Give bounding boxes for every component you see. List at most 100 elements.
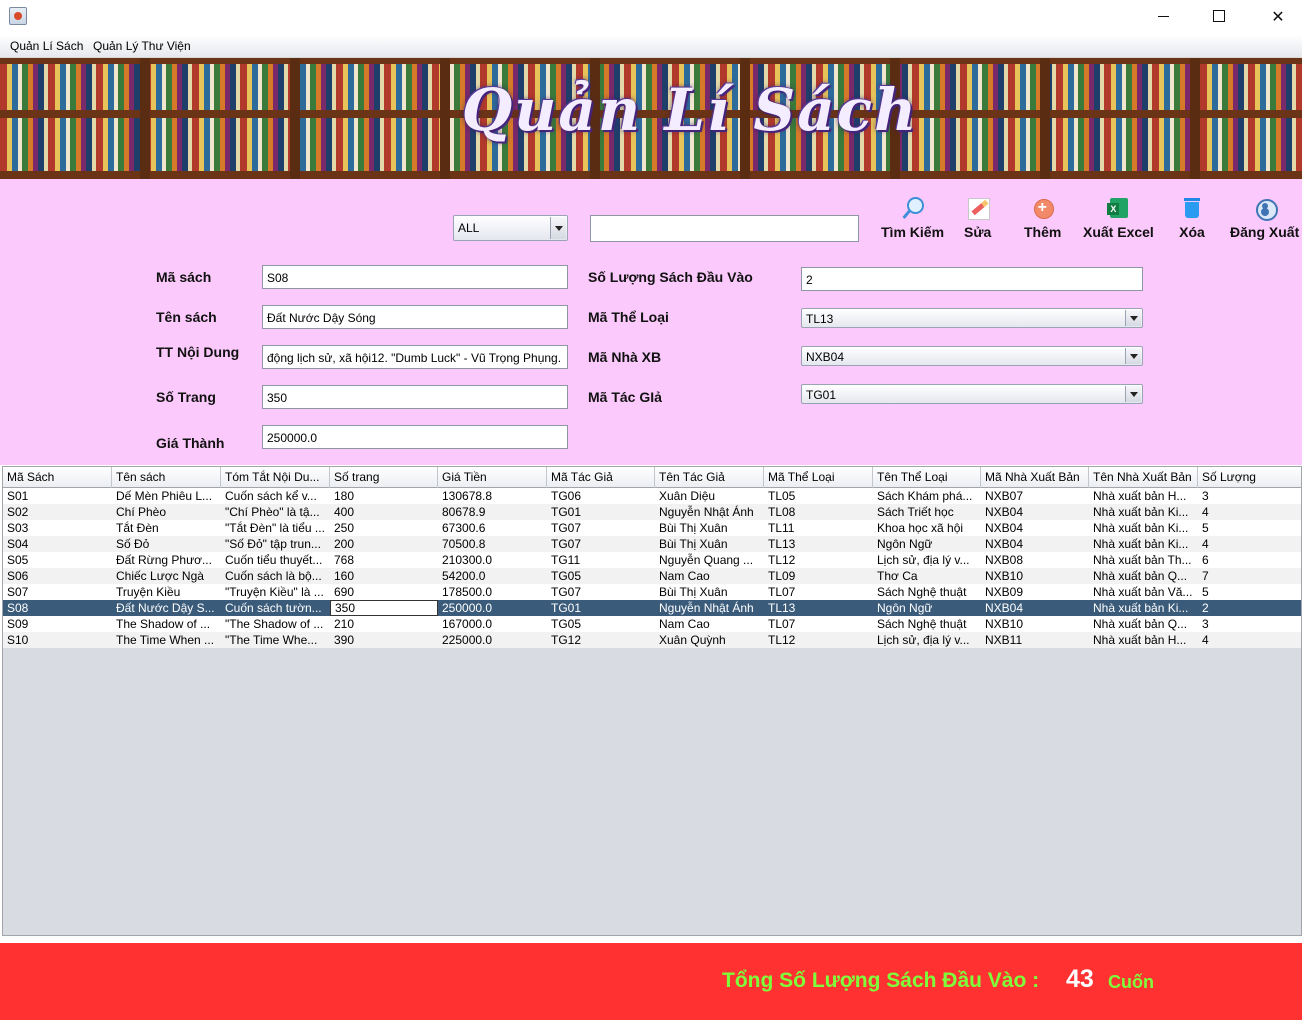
table-cell[interactable]: 5 <box>1198 584 1301 600</box>
close-button[interactable]: ✕ <box>1255 0 1301 32</box>
table-cell[interactable]: Đất Rừng Phươ... <box>112 552 221 568</box>
table-cell[interactable]: NXB08 <box>981 552 1089 568</box>
table-cell[interactable]: TG12 <box>547 632 655 648</box>
table-cell[interactable]: Nhà xuất bản Q... <box>1089 568 1198 584</box>
table-cell[interactable]: Lịch sử, địa lý v... <box>873 632 981 648</box>
table-cell[interactable]: Cuốn sách tườn... <box>221 600 330 616</box>
table-cell[interactable]: 167000.0 <box>438 616 547 632</box>
table-row[interactable]: S02 Chí Phèo "Chí Phèo" là tậ... 400 80678.9… <box>3 504 1301 520</box>
table-cell[interactable]: S06 <box>3 568 112 584</box>
table-cell[interactable]: Nam Cao <box>655 568 764 584</box>
table-cell[interactable]: TL13 <box>764 600 873 616</box>
table-cell[interactable]: S10 <box>3 632 112 648</box>
table-cell[interactable]: 3 <box>1198 616 1301 632</box>
table-cell[interactable]: Xuân Quỳnh <box>655 632 764 648</box>
table-cell[interactable]: TG05 <box>547 616 655 632</box>
chevron-down-icon[interactable] <box>1125 348 1141 364</box>
table-row[interactable]: S01 Dế Mèn Phiêu L... Cuốn sách kể v... 180… <box>3 488 1301 504</box>
table-cell[interactable]: "Truyện Kiều" là ... <box>221 584 330 600</box>
table-cell[interactable]: TG07 <box>547 584 655 600</box>
table-cell[interactable]: 3 <box>1198 488 1301 504</box>
table-cell[interactable]: Tắt Đèn <box>112 520 221 536</box>
table-cell[interactable]: Sách Triết học <box>873 504 981 520</box>
table-row[interactable]: S09 The Shadow of ... "The Shadow of ... 21… <box>3 616 1301 632</box>
table-cell[interactable]: 4 <box>1198 536 1301 552</box>
table-cell[interactable]: 160 <box>330 568 438 584</box>
add-button[interactable]: Thêm <box>1024 195 1061 240</box>
table-cell[interactable]: Chí Phèo <box>112 504 221 520</box>
table-cell[interactable]: The Shadow of ... <box>112 616 221 632</box>
table-cell[interactable]: TL08 <box>764 504 873 520</box>
quantity-field[interactable]: 2 <box>801 267 1143 291</box>
table-cell[interactable]: NXB07 <box>981 488 1089 504</box>
table-cell[interactable]: TG11 <box>547 552 655 568</box>
table-cell[interactable]: Cuốn tiểu thuyết... <box>221 552 330 568</box>
column-header[interactable]: Tên Thể Loại <box>873 467 981 488</box>
table-cell[interactable]: Lịch sử, địa lý v... <box>873 552 981 568</box>
chevron-down-icon[interactable] <box>1125 310 1141 326</box>
table-cell[interactable]: Số Đỏ <box>112 536 221 552</box>
chevron-down-icon[interactable] <box>550 217 566 239</box>
table-cell[interactable]: 400 <box>330 504 438 520</box>
table-cell[interactable]: 350 <box>330 600 438 616</box>
table-cell[interactable]: NXB04 <box>981 520 1089 536</box>
table-cell[interactable]: 130678.8 <box>438 488 547 504</box>
table-cell[interactable]: 2 <box>1198 600 1301 616</box>
column-header[interactable]: Mã Tác Giả <box>547 467 655 488</box>
table-cell[interactable]: Nguyễn Quang ... <box>655 552 764 568</box>
table-cell[interactable]: 4 <box>1198 504 1301 520</box>
delete-button[interactable]: Xóa <box>1179 195 1205 240</box>
table-cell[interactable]: 7 <box>1198 568 1301 584</box>
table-cell[interactable]: 54200.0 <box>438 568 547 584</box>
table-cell[interactable]: NXB09 <box>981 584 1089 600</box>
table-cell[interactable]: 690 <box>330 584 438 600</box>
table-cell[interactable]: 210300.0 <box>438 552 547 568</box>
table-cell[interactable]: Nhà xuất bản Ki... <box>1089 600 1198 616</box>
table-cell[interactable]: Nhà xuất bản H... <box>1089 632 1198 648</box>
table-cell[interactable]: TL12 <box>764 552 873 568</box>
table-cell[interactable]: 200 <box>330 536 438 552</box>
table-cell[interactable]: 67300.6 <box>438 520 547 536</box>
table-cell[interactable]: 390 <box>330 632 438 648</box>
table-cell[interactable]: TG01 <box>547 600 655 616</box>
table-cell[interactable]: Sách Khám phá... <box>873 488 981 504</box>
table-row[interactable]: S03 Tắt Đèn "Tắt Đèn" là tiểu ... 250 67300.… <box>3 520 1301 536</box>
table-cell[interactable]: Nguyễn Nhật Ánh <box>655 504 764 520</box>
menu-quan-li-sach[interactable]: Quản Lí Sách <box>10 39 83 53</box>
table-cell[interactable]: Nhà xuất bản Th... <box>1089 552 1198 568</box>
table-row[interactable]: S04 Số Đỏ "Số Đỏ" tập trun... 200 70500.8 TG0… <box>3 536 1301 552</box>
table-cell[interactable]: Đất Nước Dậy S... <box>112 600 221 616</box>
table-row[interactable]: S06 Chiếc Lược Ngà Cuốn sách là bộ... 160 54… <box>3 568 1301 584</box>
author-id-select[interactable]: TG01 <box>801 384 1143 404</box>
column-header[interactable]: Tóm Tắt Nội Du... <box>221 467 330 488</box>
table-cell[interactable]: Nhà xuất bản Vă... <box>1089 584 1198 600</box>
column-header[interactable]: Tên sách <box>112 467 221 488</box>
table-cell[interactable]: Cuốn sách là bộ... <box>221 568 330 584</box>
book-summary-field[interactable]: động lịch sử, xã hội12. "Dumb Luck" - Vũ… <box>262 345 568 369</box>
table-cell[interactable]: NXB04 <box>981 600 1089 616</box>
table-cell[interactable]: Bùi Thị Xuân <box>655 584 764 600</box>
table-cell[interactable]: "The Shadow of ... <box>221 616 330 632</box>
table-cell[interactable]: 4 <box>1198 632 1301 648</box>
table-cell[interactable]: Nam Cao <box>655 616 764 632</box>
menu-quan-ly-thu-vien[interactable]: Quản Lý Thư Viện <box>93 39 191 53</box>
category-id-select[interactable]: TL13 <box>801 308 1143 328</box>
table-cell[interactable]: TL07 <box>764 584 873 600</box>
column-header[interactable]: Tên Nhà Xuất Bản <box>1089 467 1198 488</box>
table-cell[interactable]: Dế Mèn Phiêu L... <box>112 488 221 504</box>
table-cell[interactable]: Ngôn Ngữ <box>873 600 981 616</box>
column-header[interactable]: Mã Nhà Xuất Bản <box>981 467 1089 488</box>
book-name-field[interactable]: Đất Nước Dậy Sóng <box>262 305 568 329</box>
column-header[interactable]: Giá Tiền <box>438 467 547 488</box>
table-cell[interactable]: Nhà xuất bản Ki... <box>1089 504 1198 520</box>
table-cell[interactable]: Chiếc Lược Ngà <box>112 568 221 584</box>
table-cell[interactable]: S03 <box>3 520 112 536</box>
table-cell[interactable]: Bùi Thị Xuân <box>655 536 764 552</box>
publisher-id-select[interactable]: NXB04 <box>801 346 1143 366</box>
table-cell[interactable]: "Số Đỏ" tập trun... <box>221 536 330 552</box>
table-cell[interactable]: TG05 <box>547 568 655 584</box>
table-cell[interactable]: Ngôn Ngữ <box>873 536 981 552</box>
table-cell[interactable]: 5 <box>1198 520 1301 536</box>
column-header[interactable]: Số Lượng <box>1198 467 1301 488</box>
table-cell[interactable]: "Tắt Đèn" là tiểu ... <box>221 520 330 536</box>
